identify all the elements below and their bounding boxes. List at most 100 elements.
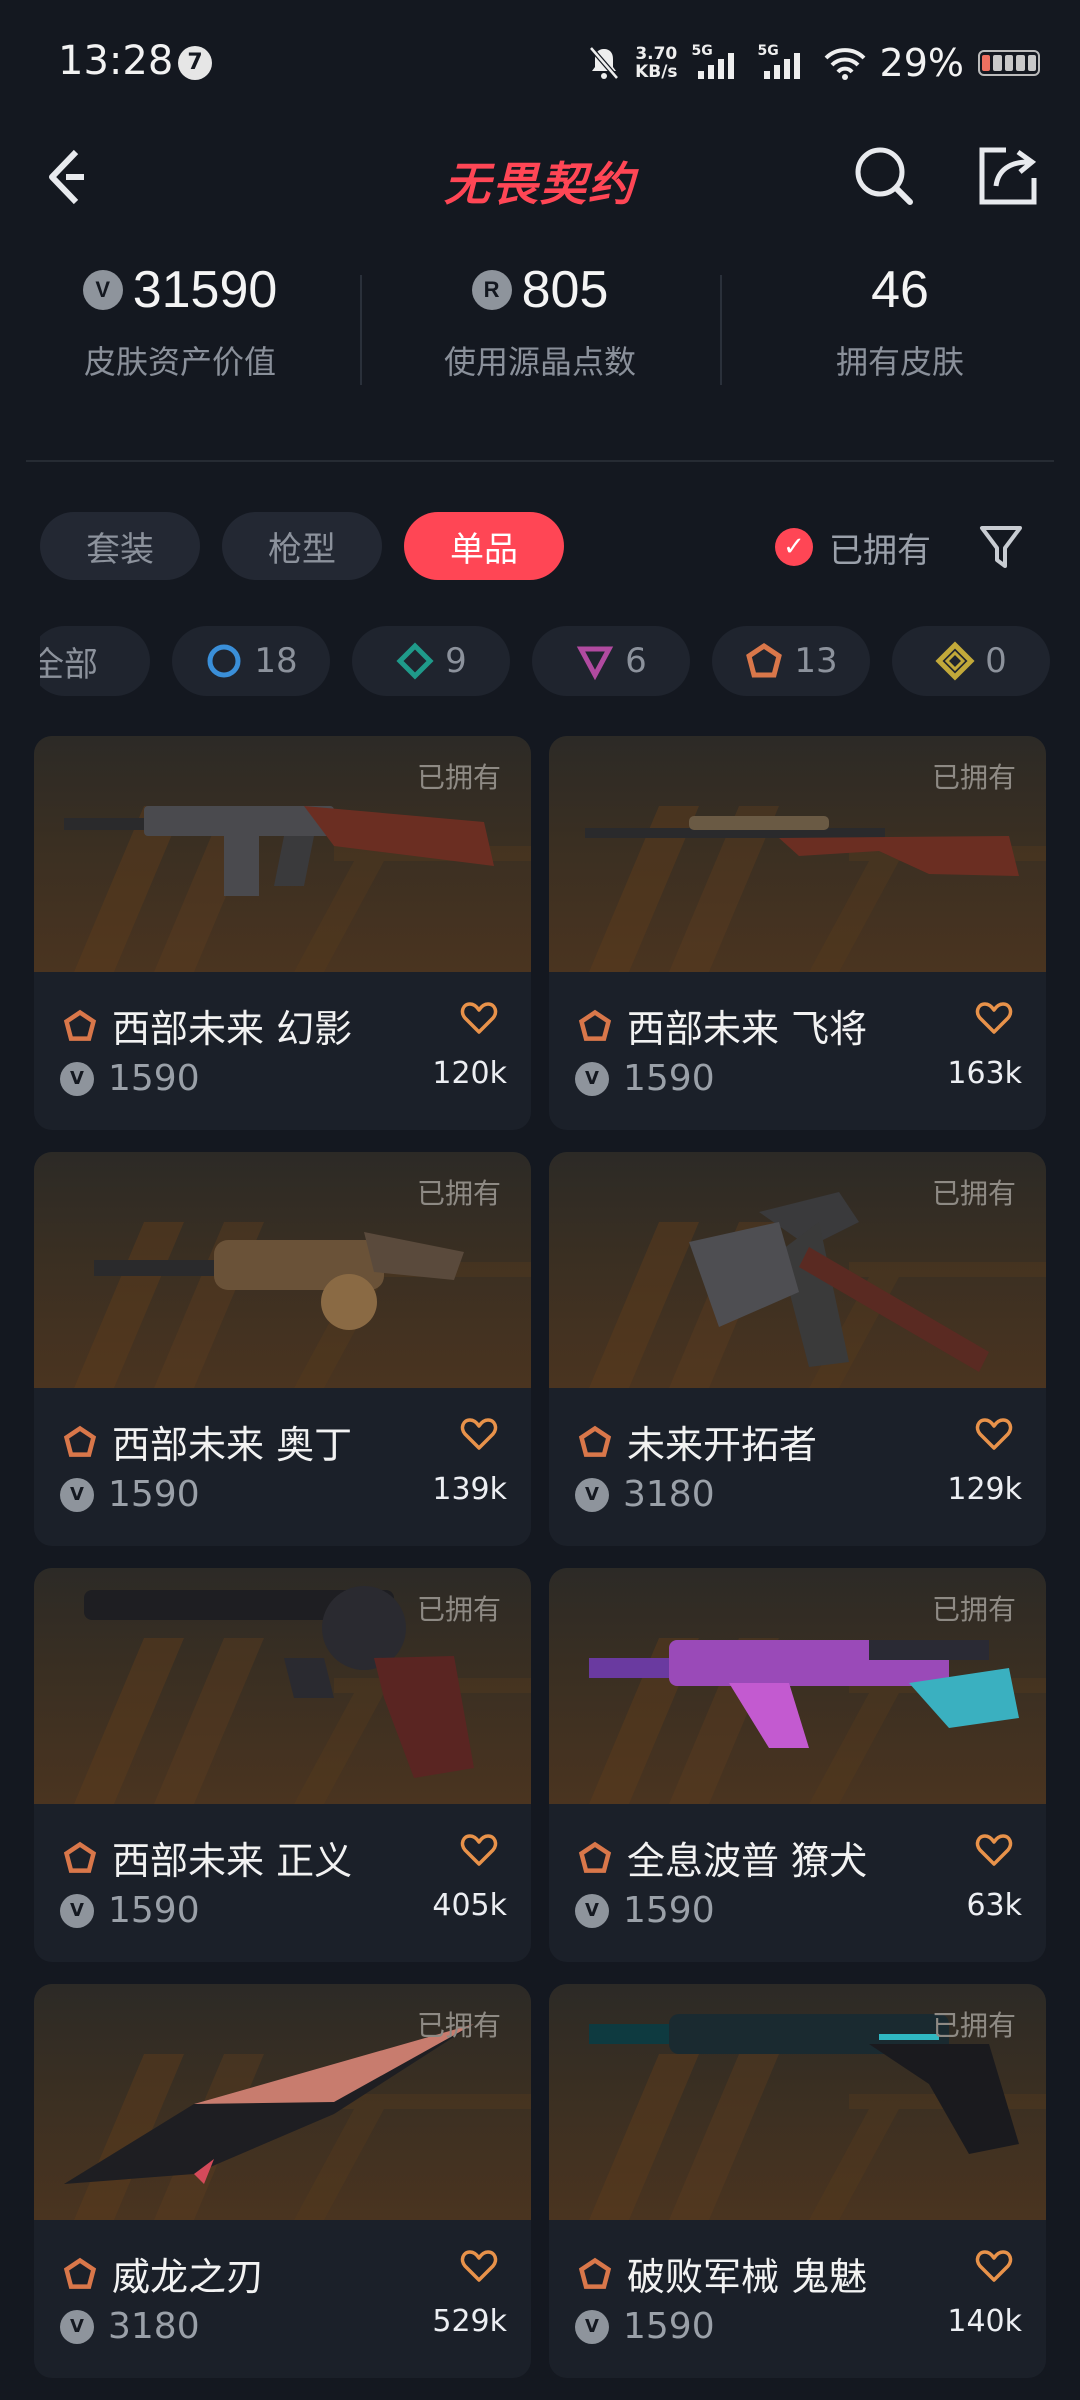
- mute-bell-icon: [589, 46, 619, 80]
- category-tabs: 套装 枪型 单品: [40, 512, 564, 582]
- skin-name: 西部未来 幻影: [62, 998, 352, 1053]
- stat-skin-value: V 31590 皮肤资产价值: [82, 261, 278, 381]
- exclusive-tier-icon: [578, 1425, 612, 1457]
- vp-coin-icon: V: [575, 2309, 609, 2344]
- chip-exclusive-tier[interactable]: 13: [712, 626, 870, 696]
- heart-icon[interactable]: [974, 998, 1014, 1038]
- vp-coin-icon: V: [60, 1061, 94, 1096]
- skin-price: V 1590: [60, 1890, 200, 1931]
- exclusive-tier-icon: [578, 1009, 612, 1041]
- chip-select-tier[interactable]: 18: [172, 626, 330, 696]
- exclusive-tier-icon: [578, 2257, 612, 2289]
- heart-icon[interactable]: [459, 998, 499, 1038]
- heart-icon[interactable]: [974, 1830, 1014, 1870]
- vp-coin-icon: V: [575, 1893, 609, 1928]
- skin-card[interactable]: 已拥有 全息波普 獠犬 V 1590 63k: [549, 1568, 1046, 1962]
- like-count: 529k: [432, 2304, 507, 2339]
- premium-tier-icon: [576, 646, 614, 681]
- tab-weapon-type[interactable]: 枪型: [222, 512, 382, 580]
- vp-coin-icon: V: [60, 2309, 94, 2344]
- like-count: 139k: [432, 1472, 507, 1507]
- status-bar: 13:28 7 3.70 KB/s 5G 5G 29%: [0, 0, 1080, 120]
- skin-price: V 3180: [60, 2306, 200, 2347]
- exclusive-tier-icon: [578, 1841, 612, 1873]
- owned-label: 已拥有: [416, 1593, 501, 1626]
- vp-coin-icon: V: [82, 270, 123, 310]
- deluxe-tier-icon: [396, 642, 434, 680]
- like-count: 140k: [947, 2304, 1022, 2339]
- vp-coin-icon: V: [60, 1893, 94, 1928]
- skin-price: V 1590: [60, 1058, 200, 1099]
- divider: [26, 460, 1054, 462]
- like-count: 405k: [432, 1888, 507, 1923]
- owned-label: 已拥有: [416, 1177, 501, 1210]
- like-count: 63k: [966, 1888, 1022, 1923]
- skin-image: 已拥有: [34, 1984, 531, 2220]
- share-icon[interactable]: [976, 144, 1040, 208]
- stat-radianite: R 805 使用源晶点数: [360, 255, 720, 415]
- owned-label: 已拥有: [931, 761, 1016, 794]
- heart-icon[interactable]: [974, 2246, 1014, 2286]
- ultra-tier-icon: [935, 641, 975, 681]
- chip-ultra-tier[interactable]: 0: [892, 626, 1050, 696]
- battery-icon: [978, 50, 1040, 76]
- skin-image: 已拥有: [34, 736, 531, 972]
- vp-coin-icon: V: [60, 1477, 94, 1512]
- vp-coin-icon: V: [575, 1061, 609, 1096]
- tier-filter-chips: 全部 18 9 6 13 0: [40, 626, 1080, 698]
- skin-card[interactable]: 已拥有 威龙之刃 V 3180 529k: [34, 1984, 531, 2378]
- check-icon: ✓: [775, 528, 813, 566]
- skin-name: 西部未来 正义: [62, 1830, 352, 1885]
- skin-price: V 1590: [575, 2306, 715, 2347]
- skin-card[interactable]: 已拥有 破败军械 鬼魅 V 1590 140k: [549, 1984, 1046, 2378]
- skin-name: 全息波普 獠犬: [577, 1830, 867, 1885]
- like-count: 120k: [432, 1056, 507, 1091]
- skin-price: V 1590: [60, 1474, 200, 1515]
- skin-price: V 1590: [575, 1058, 715, 1099]
- skin-card[interactable]: 已拥有 西部未来 飞将 V 1590 163k: [549, 736, 1046, 1130]
- heart-icon[interactable]: [974, 1414, 1014, 1454]
- exclusive-tier-icon: [63, 1841, 97, 1873]
- tab-bundle[interactable]: 套装: [40, 512, 200, 580]
- owned-label: 已拥有: [931, 2009, 1016, 2042]
- chip-all[interactable]: 全部: [40, 626, 150, 696]
- skin-card[interactable]: 已拥有 西部未来 正义 V 1590 405k: [34, 1568, 531, 1962]
- skin-name: 西部未来 奥丁: [62, 1414, 352, 1469]
- exclusive-tier-icon: [63, 1009, 97, 1041]
- heart-icon[interactable]: [459, 1414, 499, 1454]
- chip-deluxe-tier[interactable]: 9: [352, 626, 510, 696]
- filter-icon[interactable]: [978, 520, 1024, 572]
- exclusive-tier-icon: [746, 642, 783, 678]
- page-title: 无畏契约: [444, 157, 636, 211]
- owned-filter-toggle[interactable]: ✓ 已拥有: [775, 522, 931, 572]
- skin-name: 破败军械 鬼魅: [577, 2246, 867, 2301]
- signal-5g-1: 5G: [692, 43, 744, 83]
- heart-icon[interactable]: [459, 2246, 499, 2286]
- skin-image: 已拥有: [549, 1984, 1046, 2220]
- skin-name: 未来开拓者: [577, 1414, 817, 1469]
- tab-single[interactable]: 单品: [404, 512, 564, 580]
- skin-card[interactable]: 已拥有 西部未来 幻影 V 1590 120k: [34, 736, 531, 1130]
- owned-label: 已拥有: [416, 2009, 501, 2042]
- search-icon[interactable]: [852, 144, 916, 208]
- clock: 13:28: [58, 38, 174, 84]
- skin-grid: 已拥有 西部未来 幻影 V 1590 120k 已拥有 西部未来 飞将 V 15…: [34, 736, 1046, 2378]
- notification-badge: 7: [178, 46, 212, 80]
- vp-coin-icon: V: [575, 1477, 609, 1512]
- wifi-icon: [824, 48, 865, 80]
- skin-card[interactable]: 已拥有 未来开拓者 V 3180 129k: [549, 1152, 1046, 1546]
- skin-price: V 1590: [575, 1890, 715, 1931]
- skin-image: 已拥有: [549, 1568, 1046, 1804]
- heart-icon[interactable]: [459, 1830, 499, 1870]
- skin-card[interactable]: 已拥有 西部未来 奥丁 V 1590 139k: [34, 1152, 531, 1546]
- owned-label: 已拥有: [931, 1177, 1016, 1210]
- stat-owned-skins: 46 拥有皮肤: [720, 255, 1080, 415]
- skin-name: 西部未来 飞将: [577, 998, 867, 1053]
- skin-image: 已拥有: [34, 1152, 531, 1388]
- app-header: 无畏契约: [0, 120, 1080, 240]
- asset-stats: V 31590 皮肤资产价值 R 805 使用源晶点数 46 拥有皮肤: [0, 255, 1080, 415]
- exclusive-tier-icon: [63, 2257, 97, 2289]
- chip-premium-tier[interactable]: 6: [532, 626, 690, 696]
- select-tier-icon: [207, 644, 241, 678]
- exclusive-tier-icon: [63, 1425, 97, 1457]
